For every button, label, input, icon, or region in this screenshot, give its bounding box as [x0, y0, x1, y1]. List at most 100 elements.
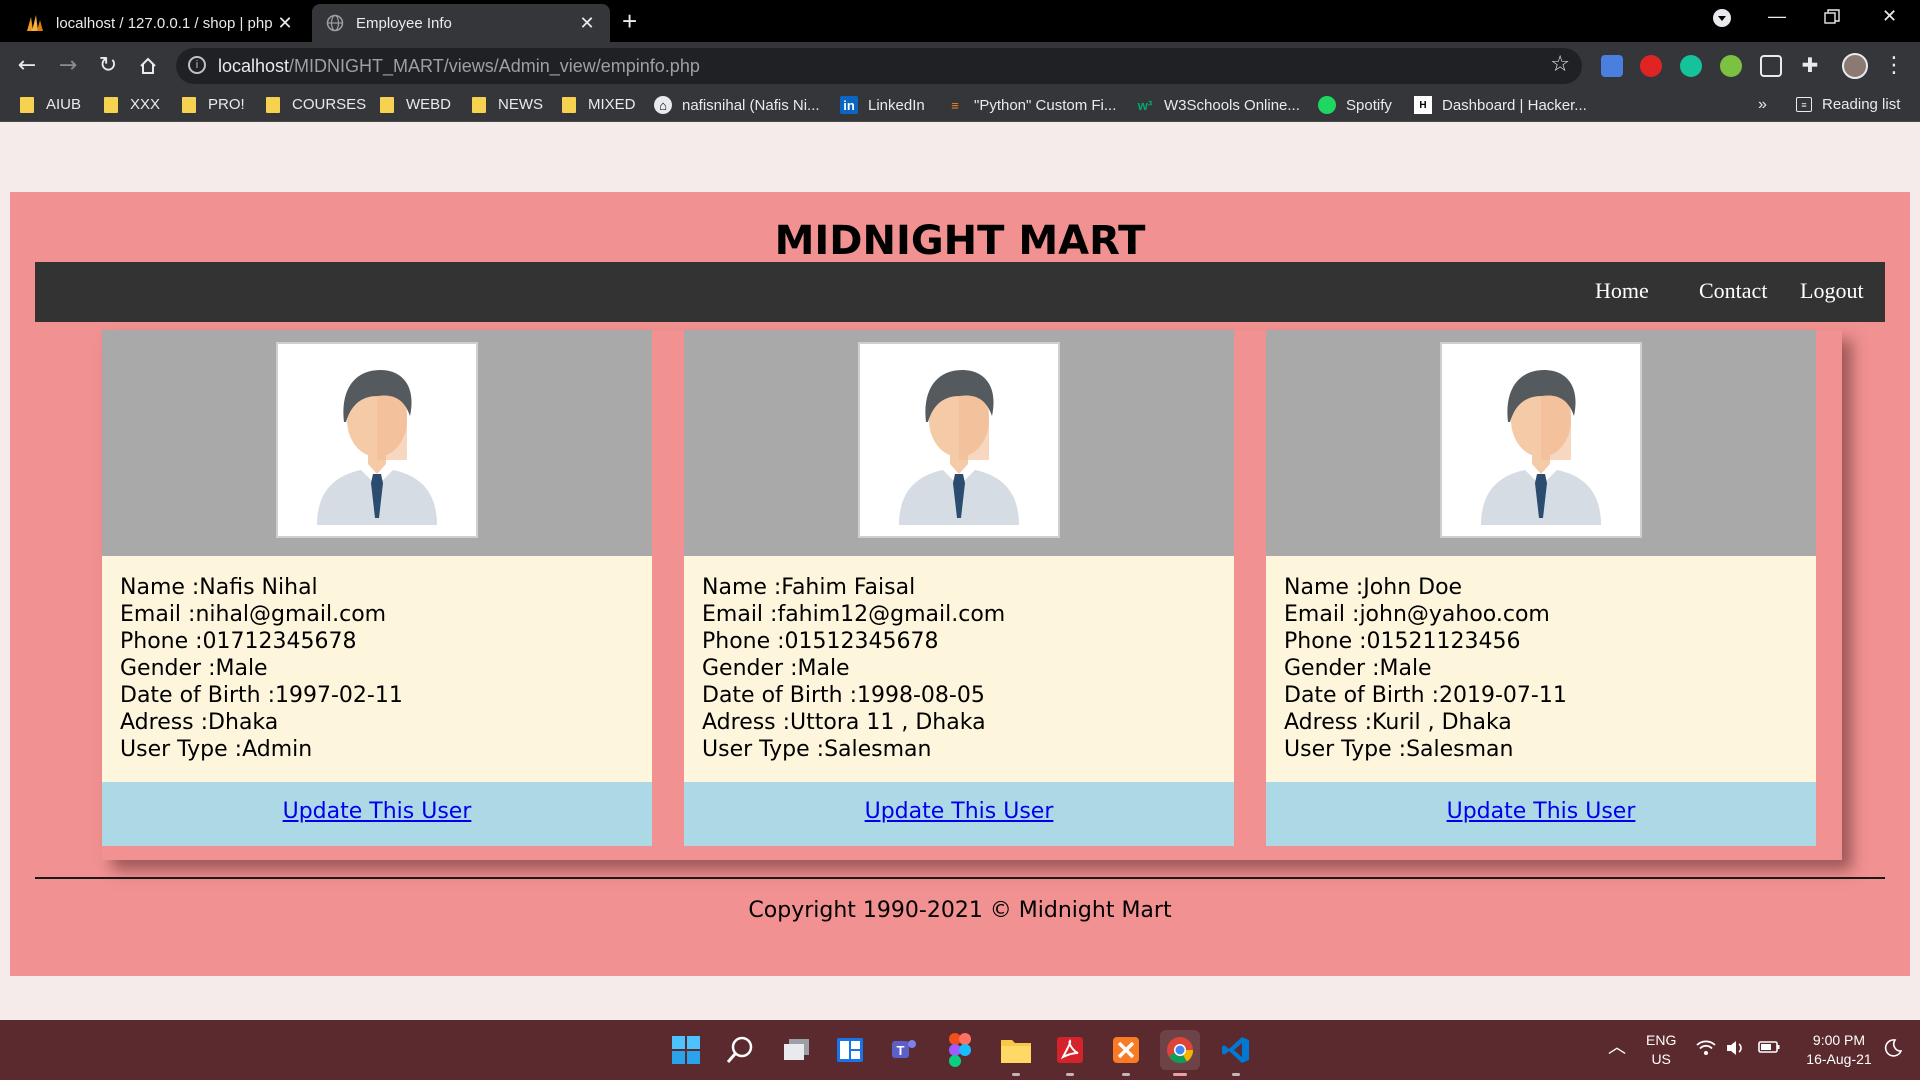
tab-phpmyadmin[interactable]: localhost / 127.0.0.1 / shop | php ✕: [12, 4, 308, 42]
photo-panel: [102, 330, 652, 556]
widgets-icon[interactable]: [830, 1030, 870, 1070]
employee-email: Email :john@yahoo.com: [1284, 602, 1550, 627]
restore-icon[interactable]: [1824, 9, 1840, 30]
windows-start-icon[interactable]: [666, 1030, 706, 1070]
folder-icon: [380, 96, 394, 113]
wifi-icon[interactable]: [1696, 1040, 1716, 1061]
adblock-icon[interactable]: [1640, 55, 1662, 77]
reload-icon[interactable]: ↻: [94, 52, 122, 80]
back-icon[interactable]: ←: [13, 52, 41, 80]
bookmark-courses[interactable]: COURSES: [266, 96, 366, 113]
figma-icon[interactable]: [940, 1030, 980, 1070]
tray-overflow-chevron-icon[interactable]: ︿: [1608, 1038, 1626, 1057]
address-bar[interactable]: i localhost/MIDNIGHT_MART/views/Admin_vi…: [176, 48, 1582, 84]
running-indicator: [1173, 1073, 1187, 1076]
employee-user-type: User Type :Admin: [120, 737, 313, 762]
search-icon[interactable]: [720, 1030, 760, 1070]
extension-icon[interactable]: [1720, 55, 1742, 77]
notifications-moon-icon[interactable]: [1884, 1039, 1903, 1062]
new-tab-icon[interactable]: +: [622, 6, 637, 37]
grammarly-icon[interactable]: [1680, 55, 1702, 77]
profile-menu-icon[interactable]: [1712, 8, 1732, 33]
linkedin-icon: in: [840, 96, 858, 114]
update-user-link[interactable]: Update This User: [865, 799, 1054, 824]
home-icon[interactable]: [134, 52, 162, 80]
bookmark-xxx[interactable]: XXX: [104, 96, 160, 113]
bookmark-w3schools[interactable]: w³ W3Schools Online...: [1136, 96, 1300, 114]
employee-dob: Date of Birth :1998-08-05: [702, 683, 985, 708]
bookmark-news[interactable]: NEWS: [472, 96, 543, 113]
folder-icon: [472, 96, 486, 113]
forward-icon[interactable]: →: [54, 52, 82, 80]
google-translate-icon[interactable]: [1601, 55, 1623, 77]
reading-list-icon: ≡: [1796, 97, 1812, 112]
language-indicator[interactable]: ENG US: [1646, 1031, 1676, 1069]
xampp-icon[interactable]: [1106, 1030, 1146, 1076]
employee-user-type: User Type :Salesman: [702, 737, 932, 762]
bookmark-spotify[interactable]: Spotify: [1318, 96, 1392, 114]
bookmark-mixed[interactable]: MIXED: [562, 96, 636, 113]
employee-avatar: [1440, 342, 1642, 538]
employee-phone: Phone :01521123456: [1284, 629, 1521, 654]
running-indicator: [1122, 1073, 1130, 1076]
svg-text:T: T: [897, 1043, 905, 1058]
extensions-puzzle-icon[interactable]: ✚: [1796, 51, 1824, 79]
male-avatar-icon: [284, 350, 470, 530]
bookmark-hackerrank[interactable]: H Dashboard | Hacker...: [1414, 96, 1587, 114]
nav-contact-link[interactable]: Contact: [1699, 278, 1767, 304]
employee-avatar: [858, 342, 1060, 538]
footer-divider: [35, 877, 1885, 879]
volume-icon[interactable]: [1726, 1040, 1744, 1061]
acrobat-icon[interactable]: [1050, 1030, 1090, 1076]
employee-address: Adress :Kuril , Dhaka: [1284, 710, 1512, 735]
site-info-icon[interactable]: i: [188, 56, 206, 74]
teams-icon[interactable]: T: [884, 1030, 924, 1070]
bookmarks-overflow-button[interactable]: »: [1758, 96, 1767, 114]
close-tab-icon[interactable]: ✕: [276, 13, 294, 34]
browser-tab-strip: localhost / 127.0.0.1 / shop | php ✕ Emp…: [0, 0, 1920, 42]
employee-details: Name :Fahim Faisal Email :fahim12@gmail.…: [684, 556, 1234, 782]
close-tab-icon[interactable]: ✕: [578, 13, 596, 34]
update-user-link[interactable]: Update This User: [1447, 799, 1636, 824]
card-action-bar: Update This User: [102, 782, 652, 846]
chrome-icon[interactable]: [1160, 1030, 1200, 1076]
page-viewport: MIDNIGHT MART Home Contact Logout Name:…: [0, 123, 1920, 1020]
clock-date: 16-Aug-21: [1806, 1051, 1872, 1067]
employee-name: Name :John Doe: [1284, 575, 1463, 600]
bookmark-github[interactable]: ⌂ nafisnihal (Nafis Ni...: [654, 96, 820, 114]
menu-kebab-icon[interactable]: ⋮: [1880, 52, 1908, 80]
employee-user-type: User Type :Salesman: [1284, 737, 1514, 762]
battery-icon[interactable]: [1758, 1040, 1780, 1059]
update-user-link[interactable]: Update This User: [283, 799, 472, 824]
folder-icon: [20, 96, 34, 113]
nav-logout-link[interactable]: Logout: [1800, 278, 1864, 304]
file-explorer-icon[interactable]: [996, 1030, 1036, 1076]
employee-email: Email :nihal@gmail.com: [120, 602, 387, 627]
tab-employee-info[interactable]: Employee Info ✕: [312, 4, 610, 42]
close-window-icon[interactable]: ✕: [1882, 6, 1897, 27]
tab-title: Employee Info: [356, 14, 452, 32]
card-action-bar: Update This User: [1266, 782, 1816, 846]
employee-gender: Gender :Male: [702, 656, 850, 681]
nav-home-link[interactable]: Home: [1595, 278, 1649, 304]
photo-panel: [684, 330, 1234, 556]
reading-list-button[interactable]: ≡ Reading list: [1796, 96, 1900, 113]
bookmark-webd[interactable]: WEBD: [380, 96, 451, 113]
profile-avatar-icon[interactable]: [1842, 53, 1868, 79]
bookmark-linkedin[interactable]: in LinkedIn: [840, 96, 925, 114]
url-text: localhost/MIDNIGHT_MART/views/Admin_view…: [218, 56, 700, 76]
tab-manager-icon[interactable]: [1760, 55, 1782, 77]
bookmark-pro[interactable]: PRO!: [182, 96, 245, 113]
task-view-icon[interactable]: [776, 1030, 816, 1070]
bookmark-aiub[interactable]: AIUB: [20, 96, 81, 113]
employee-gender: Gender :Male: [120, 656, 268, 681]
clock[interactable]: 9:00 PM 16-Aug-21: [1798, 1031, 1880, 1069]
employee-dob: Date of Birth :1997-02-11: [120, 683, 403, 708]
employee-email: Email :fahim12@gmail.com: [702, 602, 1006, 627]
vscode-icon[interactable]: [1216, 1030, 1256, 1076]
minimize-icon[interactable]: —: [1768, 6, 1786, 27]
folder-icon: [104, 96, 118, 113]
bookmark-stackoverflow[interactable]: ≡ "Python" Custom Fi...: [946, 96, 1116, 114]
employee-address: Adress :Dhaka: [120, 710, 279, 735]
bookmark-star-icon[interactable]: ☆: [1550, 52, 1570, 77]
